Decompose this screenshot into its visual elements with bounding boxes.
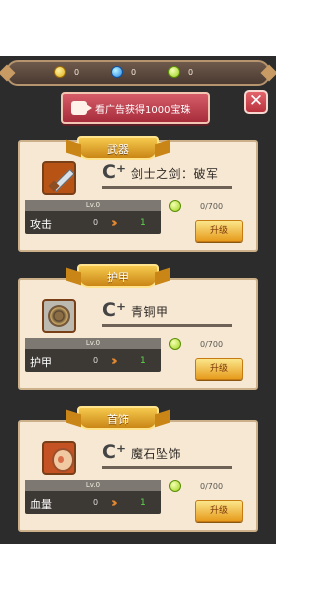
shield-icon: [42, 299, 76, 333]
weapon-section-banner: 武器: [77, 136, 159, 160]
upgrade-c-icon: C⁺: [102, 299, 126, 321]
armor-next-value: 1: [140, 356, 146, 366]
accessory-section-banner: 首饰: [77, 406, 159, 430]
bottom-safe-area: [0, 544, 276, 600]
blue-gem-icon: [111, 66, 123, 78]
equipment-upgrade-screen: 0 0 0 看广告获得1000宝珠 ✕ 武器 C⁺ 剑士之剑：破军 Lv.0 攻…: [0, 56, 276, 544]
sword-icon: [42, 161, 76, 195]
green-pearl-icon: [169, 338, 181, 350]
accessory-progress-bar: [102, 466, 232, 469]
weapon-name: 剑士之剑：破军: [131, 167, 219, 181]
weapon-progress-bar: [102, 186, 232, 189]
armor-stat-panel: Lv.0 护甲 0 ›› 1: [25, 338, 161, 372]
armor-upgrade-cost: 0/700: [200, 340, 224, 349]
weapon-stat-panel: Lv.0 攻击 0 ›› 1: [25, 200, 161, 234]
accessory-current-value: 0: [93, 498, 99, 507]
armor-stat-label: 护甲: [30, 356, 52, 369]
pearl-resource: 0: [168, 66, 193, 78]
accessory-upgrade-card: C⁺ 魔石坠饰 Lv.0 血量 0 ›› 1 0/700 升级: [18, 420, 258, 532]
watch-ad-button[interactable]: 看广告获得1000宝珠: [61, 92, 210, 124]
gold-resource: 0: [54, 66, 79, 78]
accessory-level: Lv.0: [25, 480, 161, 491]
double-chevron-right-icon: ››: [111, 354, 117, 369]
armor-name: 青铜甲: [131, 305, 169, 319]
armor-progress-bar: [102, 324, 232, 327]
double-chevron-right-icon: ››: [111, 496, 117, 511]
armor-section-banner: 护甲: [77, 264, 159, 288]
weapon-level: Lv.0: [25, 200, 161, 211]
gold-coin-icon: [54, 66, 66, 78]
double-chevron-right-icon: ››: [111, 216, 117, 231]
gold-value: 0: [74, 67, 80, 77]
weapon-stat-label: 攻击: [30, 218, 52, 231]
armor-upgrade-card: C⁺ 青铜甲 Lv.0 护甲 0 ›› 1 0/700 升级: [18, 278, 258, 390]
upgrade-c-icon: C⁺: [102, 441, 126, 463]
watch-ad-label: 看广告获得1000宝珠: [95, 104, 191, 116]
top-safe-area: [0, 0, 276, 56]
green-pearl-icon: [169, 480, 181, 492]
gem-resource: 0: [111, 66, 136, 78]
gem-value: 0: [131, 67, 137, 77]
weapon-next-value: 1: [140, 218, 146, 228]
close-button[interactable]: ✕: [244, 90, 268, 114]
green-pearl-icon: [168, 66, 180, 78]
accessory-name: 魔石坠饰: [131, 447, 182, 461]
upgrade-c-icon: C⁺: [102, 161, 126, 183]
accessory-upgrade-cost: 0/700: [200, 482, 224, 491]
accessory-next-value: 1: [140, 498, 146, 508]
green-pearl-icon: [169, 200, 181, 212]
armor-current-value: 0: [93, 356, 99, 365]
weapon-upgrade-button[interactable]: 升级: [195, 220, 243, 242]
accessory-upgrade-button[interactable]: 升级: [195, 500, 243, 522]
resource-bar: 0 0 0: [6, 60, 270, 86]
pearl-value: 0: [188, 67, 194, 77]
armor-upgrade-button[interactable]: 升级: [195, 358, 243, 380]
accessory-stat-label: 血量: [30, 498, 52, 511]
weapon-upgrade-cost: 0/700: [200, 202, 224, 211]
armor-level: Lv.0: [25, 338, 161, 349]
accessory-stat-panel: Lv.0 血量 0 ›› 1: [25, 480, 161, 514]
amulet-icon: [42, 441, 76, 475]
video-camera-icon: [71, 101, 92, 115]
weapon-current-value: 0: [93, 218, 99, 227]
